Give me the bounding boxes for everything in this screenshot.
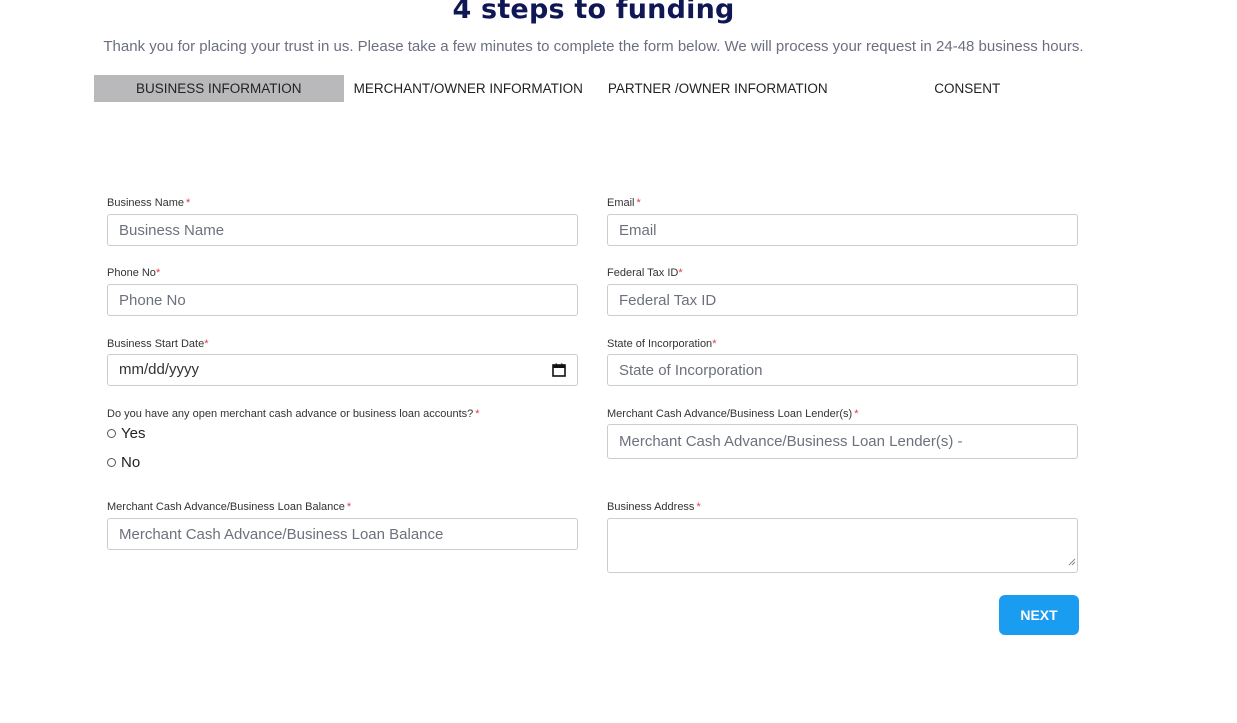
required-mark: * <box>186 197 191 209</box>
email-input[interactable] <box>607 214 1078 246</box>
federal-tax-id-input[interactable] <box>607 284 1078 316</box>
page-subtitle: Thank you for placing your trust in us. … <box>103 38 1084 55</box>
resize-handle-icon[interactable] <box>1068 553 1076 571</box>
radio-yes[interactable]: Yes <box>107 425 145 442</box>
loan-balance-input[interactable] <box>107 518 578 550</box>
required-mark: * <box>854 408 859 420</box>
page-title: 4 steps to funding <box>452 0 735 25</box>
required-mark: * <box>346 501 352 513</box>
phone-label: Phone No* <box>107 267 161 279</box>
business-address-label: Business Address * <box>607 501 701 513</box>
required-mark: * <box>712 338 717 350</box>
business-name-label: Business Name * <box>107 197 191 209</box>
required-mark: * <box>678 267 683 279</box>
business-address-textarea[interactable] <box>607 518 1078 573</box>
lender-input[interactable] <box>607 424 1078 459</box>
radio-no[interactable]: No <box>107 454 140 471</box>
email-label: Email * <box>607 197 641 209</box>
tab-consent[interactable]: CONSENT <box>843 75 1093 102</box>
loan-balance-label: Merchant Cash Advance/Business Loan Bala… <box>107 501 352 513</box>
radio-button-no[interactable] <box>107 458 116 467</box>
tab-partner-owner-information[interactable]: PARTNER /OWNER INFORMATION <box>593 75 843 102</box>
start-date-input[interactable]: mm/dd/yyyy <box>107 354 578 386</box>
calendar-icon[interactable] <box>552 363 566 377</box>
date-placeholder: mm/dd/yyyy <box>119 361 200 378</box>
state-incorporation-input[interactable] <box>607 354 1078 386</box>
radio-button-yes[interactable] <box>107 429 116 438</box>
open-accounts-label: Do you have any open merchant cash advan… <box>107 408 480 420</box>
phone-input[interactable] <box>107 284 578 316</box>
business-name-input[interactable] <box>107 214 578 246</box>
required-mark: * <box>475 408 480 420</box>
step-tabs: BUSINESS INFORMATION MERCHANT/OWNER INFO… <box>94 75 1092 102</box>
lender-label: Merchant Cash Advance/Business Loan Lend… <box>607 408 859 420</box>
required-mark: * <box>204 338 209 350</box>
federal-tax-id-label: Federal Tax ID* <box>607 267 683 279</box>
state-incorporation-label: State of Incorporation* <box>607 338 717 350</box>
required-mark: * <box>155 267 161 279</box>
tab-merchant-owner-information[interactable]: MERCHANT/OWNER INFORMATION <box>344 75 594 102</box>
required-mark: * <box>696 501 701 513</box>
tab-business-information[interactable]: BUSINESS INFORMATION <box>94 75 344 102</box>
start-date-label: Business Start Date* <box>107 338 209 350</box>
required-mark: * <box>636 197 641 209</box>
next-button[interactable]: NEXT <box>999 595 1079 635</box>
